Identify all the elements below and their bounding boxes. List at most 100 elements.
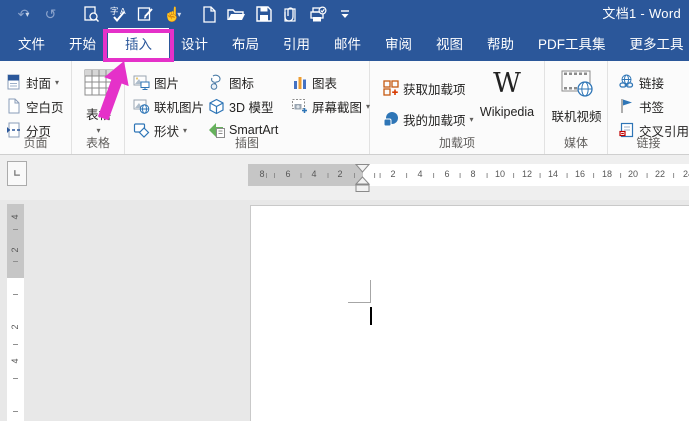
tab-insert-label: 插入 xyxy=(125,37,152,52)
attach-file-icon[interactable] xyxy=(277,2,304,26)
tab-mailings[interactable]: 邮件 xyxy=(322,28,373,61)
quick-print-icon[interactable] xyxy=(304,2,331,26)
spelling-grammar-icon[interactable]: 字A xyxy=(105,2,132,26)
icons-button[interactable]: 图标 xyxy=(208,71,254,93)
cover-page-icon xyxy=(5,74,22,91)
wikipedia-button[interactable]: W Wikipedia xyxy=(473,68,541,120)
title-bar: ↶ ▾ ↺ 字A ☝ ▾ 文档1 - Word xyxy=(0,0,689,28)
open-icon[interactable] xyxy=(223,2,250,26)
quick-access-toolbar: ↶ ▾ ↺ 字A ☝ ▾ xyxy=(0,0,358,28)
indent-markers[interactable] xyxy=(354,164,372,199)
screenshot-label: 屏幕截图 xyxy=(312,100,363,115)
tab-review[interactable]: 审阅 xyxy=(373,28,424,61)
group-media: 联机视频 媒体 xyxy=(545,61,608,154)
blank-page-button[interactable]: 空白页 xyxy=(5,95,64,117)
ruler-tick xyxy=(13,229,18,230)
undo-dropdown-icon[interactable]: ▾ xyxy=(25,10,29,19)
tab-pdf-tools[interactable]: PDF工具集 xyxy=(526,28,618,61)
wikipedia-label: Wikipedia xyxy=(479,105,535,119)
tab-layout[interactable]: 布局 xyxy=(220,28,271,61)
chart-button[interactable]: 图表 xyxy=(291,71,337,93)
my-addins-button[interactable]: 我的加载项 ▾ xyxy=(382,108,474,130)
get-addins-label: 获取加载项 xyxy=(403,82,466,97)
customize-quick-access-toolbar-icon[interactable] xyxy=(331,2,358,26)
3d-models-button[interactable]: 3D 模型 xyxy=(208,95,273,117)
ruler-number: 4 xyxy=(10,214,20,220)
ruler-tick xyxy=(13,261,18,262)
bookmark-icon xyxy=(618,98,635,115)
3d-models-label: 3D 模型 xyxy=(229,100,274,115)
wikipedia-icon: W xyxy=(493,68,521,99)
icons-icon xyxy=(208,74,225,91)
online-video-button[interactable]: 联机视频 xyxy=(545,69,608,125)
bookmark-button[interactable]: 书签 xyxy=(618,95,664,117)
ruler-tick xyxy=(13,294,18,295)
3d-model-icon xyxy=(208,98,225,115)
edit-document-icon[interactable] xyxy=(132,2,159,26)
group-media-label: 媒体 xyxy=(563,136,588,150)
save-icon[interactable] xyxy=(250,2,277,26)
ruler-number: 16 xyxy=(574,169,585,179)
link-icon xyxy=(618,74,635,91)
ruler-tick xyxy=(13,411,18,412)
ribbon-tab-bar: 文件 开始 插入 设计 布局 引用 邮件 审阅 视图 帮助 PDF工具集 更多工… xyxy=(0,28,689,121)
horizontal-ruler[interactable]: 8 6 4 2 2 4 6 8 10 12 14 16 18 20 22 24 xyxy=(248,164,689,192)
document-page[interactable] xyxy=(250,205,689,421)
ruler-number: 22 xyxy=(654,169,665,179)
online-video-label: 联机视频 xyxy=(551,110,602,124)
ruler-band: ∟ 8 6 4 2 2 4 6 8 10 12 14 16 18 20 22 2… xyxy=(0,155,689,200)
ruler-number: 2 xyxy=(10,324,20,330)
touch-mouse-mode-icon[interactable]: ☝ ▾ xyxy=(159,2,186,26)
tab-references[interactable]: 引用 xyxy=(271,28,322,61)
left-indent-marker xyxy=(355,184,370,192)
window-title: 文档1 - Word xyxy=(602,6,681,21)
touch-mode-dropdown-icon[interactable]: ▾ xyxy=(177,10,181,19)
ruler-number: 2 xyxy=(10,247,20,253)
annotation-arrow xyxy=(97,61,129,121)
ruler-tick xyxy=(13,344,18,345)
screenshot-icon xyxy=(291,98,308,115)
tab-view[interactable]: 视图 xyxy=(424,28,475,61)
group-addins: 获取加载项 我的加载项 ▾ W Wikipedia 加载项 xyxy=(370,61,545,154)
ruler-number: 4 xyxy=(417,169,423,179)
link-label: 链接 xyxy=(639,76,665,91)
screenshot-button[interactable]: 屏幕截图 ▾ xyxy=(291,95,370,117)
ruler-number: 6 xyxy=(444,169,450,179)
new-document-icon[interactable] xyxy=(196,2,223,26)
undo-icon[interactable]: ↶ ▾ xyxy=(10,2,37,26)
vertical-ruler[interactable]: 4 2 2 4 xyxy=(7,204,24,421)
ruler-number: 8 xyxy=(470,169,476,179)
tab-stop-selector[interactable]: ∟ xyxy=(7,161,27,186)
group-illustrations-label: 插图 xyxy=(234,136,259,150)
blank-page-icon xyxy=(5,98,22,115)
tab-file[interactable]: 文件 xyxy=(6,28,57,61)
bookmark-label: 书签 xyxy=(639,100,665,115)
cover-page-label: 封面 xyxy=(26,76,52,91)
ruler-number: 12 xyxy=(521,169,532,179)
get-addins-button[interactable]: 获取加载项 xyxy=(382,77,466,99)
ruler-number: 4 xyxy=(10,358,20,364)
group-links: 链接 书签 交叉引用 链接 xyxy=(608,61,689,154)
chart-label: 图表 xyxy=(312,76,338,91)
tab-design[interactable]: 设计 xyxy=(169,28,220,61)
blank-page-label: 空白页 xyxy=(26,100,64,115)
hanging-indent-marker xyxy=(354,176,371,185)
text-boundary-crop-mark-horizontal xyxy=(348,302,371,303)
ruler-number: 14 xyxy=(547,169,558,179)
chart-icon xyxy=(291,74,308,91)
group-addins-label: 加载项 xyxy=(438,136,475,150)
group-pages: 封面 ▾ 空白页 分页 页面 xyxy=(0,61,72,154)
text-boundary-crop-mark-vertical xyxy=(370,280,371,303)
my-addins-label: 我的加载项 xyxy=(403,113,466,128)
tab-home[interactable]: 开始 xyxy=(57,28,108,61)
ruler-number: 24 xyxy=(682,169,689,179)
tab-insert[interactable]: 插入 xyxy=(97,28,174,121)
link-button[interactable]: 链接 xyxy=(618,71,664,93)
group-pages-label: 页面 xyxy=(23,136,48,150)
cover-page-button[interactable]: 封面 ▾ xyxy=(5,71,59,93)
redo-icon[interactable]: ↺ xyxy=(37,2,64,26)
first-line-indent-marker xyxy=(354,164,371,173)
print-preview-icon[interactable] xyxy=(78,2,105,26)
tab-help[interactable]: 帮助 xyxy=(475,28,526,61)
tab-more-tools[interactable]: 更多工具 xyxy=(618,28,689,61)
